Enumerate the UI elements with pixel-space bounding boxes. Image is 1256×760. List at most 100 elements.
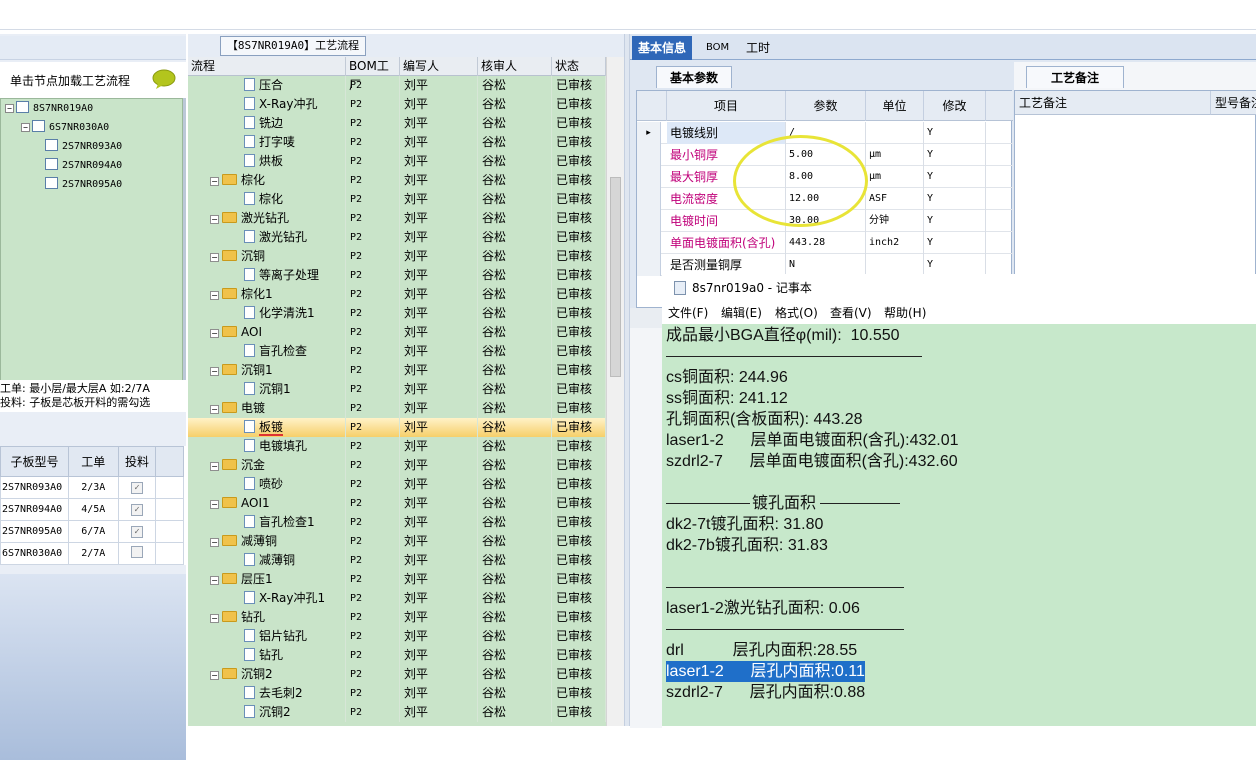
col-flow[interactable]: 流程 xyxy=(188,57,346,76)
process-row[interactable]: 去毛刺2 P2 刘平 谷松 已审核 xyxy=(188,684,606,703)
tab-basic-info[interactable]: 基本信息 xyxy=(632,36,693,60)
process-row[interactable]: − 激光钻孔 P2 刘平 谷松 已审核 xyxy=(188,209,606,228)
notepad-titlebar[interactable]: 8s7nr019a0 - 记事本 xyxy=(662,274,1256,302)
menu-help[interactable]: 帮助(H) xyxy=(884,302,926,324)
col-process-note[interactable]: 工艺备注 xyxy=(1015,91,1211,115)
process-row[interactable]: − 沉铜 P2 刘平 谷松 已审核 xyxy=(188,247,606,266)
col-param[interactable]: 参数 xyxy=(786,91,866,121)
collapse-icon[interactable]: − xyxy=(210,177,219,186)
collapse-icon[interactable]: − xyxy=(210,215,219,224)
param-value[interactable]: N xyxy=(786,254,866,276)
process-row[interactable]: 铝片钻孔 P2 刘平 谷松 已审核 xyxy=(188,627,606,646)
process-row[interactable]: − 减薄铜 P2 刘平 谷松 已审核 xyxy=(188,532,606,551)
tree-scrollbar[interactable] xyxy=(183,98,186,386)
tree-node[interactable]: 2S7NR094A0 xyxy=(45,158,122,174)
process-row[interactable]: − AOI P2 刘平 谷松 已审核 xyxy=(188,323,606,342)
process-row[interactable]: 沉铜1 P2 刘平 谷松 已审核 xyxy=(188,380,606,399)
collapse-icon[interactable]: − xyxy=(21,123,30,132)
collapse-icon[interactable]: − xyxy=(210,538,219,547)
tab-bom[interactable]: BOM xyxy=(700,36,735,60)
process-row[interactable]: 激光钻孔 P2 刘平 谷松 已审核 xyxy=(188,228,606,247)
feed-checkbox[interactable]: ✓ xyxy=(130,503,143,516)
collapse-icon[interactable]: − xyxy=(210,576,219,585)
process-row[interactable]: 棕化 P2 刘平 谷松 已审核 xyxy=(188,190,606,209)
col-unit[interactable]: 单位 xyxy=(866,91,924,121)
process-row[interactable]: 打字唛 P2 刘平 谷松 已审核 xyxy=(188,133,606,152)
col-modify[interactable]: 修改 xyxy=(924,91,986,121)
process-row[interactable]: − 棕化 P2 刘平 谷松 已审核 xyxy=(188,171,606,190)
col-item[interactable]: 项目 xyxy=(667,91,786,121)
process-row[interactable]: − 电镀 P2 刘平 谷松 已审核 xyxy=(188,399,606,418)
notepad-text-area[interactable]: 成品最小BGA直径φ(mil): 10.550 cs铜面积: 244.96 ss… xyxy=(662,324,1256,726)
menu-edit[interactable]: 编辑(E) xyxy=(721,302,762,324)
col-model-note[interactable]: 型号备注 xyxy=(1211,91,1256,115)
feed-checkbox[interactable] xyxy=(130,546,143,558)
menu-file[interactable]: 文件(F) xyxy=(668,302,708,324)
process-row[interactable]: 等离子处理 P2 刘平 谷松 已审核 xyxy=(188,266,606,285)
order-cell[interactable]: 6/7A xyxy=(67,520,119,543)
speech-bubble-icon[interactable] xyxy=(152,69,176,89)
param-row[interactable]: 单面电镀面积(含孔) 443.28 inch2 Y xyxy=(637,232,1013,254)
col-order[interactable]: 工单 xyxy=(67,446,119,477)
param-value[interactable]: 443.28 xyxy=(786,232,866,254)
feed-checkbox[interactable]: ✓ xyxy=(130,481,143,494)
tab-process-notes[interactable]: 工艺备注 xyxy=(1026,66,1124,88)
order-cell[interactable]: 2/7A xyxy=(67,542,119,565)
process-row[interactable]: 烘板 P2 刘平 谷松 已审核 xyxy=(188,152,606,171)
collapse-icon[interactable]: − xyxy=(210,253,219,262)
table-row[interactable]: 2S7NR094A0 4/5A ✓ xyxy=(0,498,184,521)
table-row[interactable]: 2S7NR095A0 6/7A ✓ xyxy=(0,520,184,543)
collapse-icon[interactable]: − xyxy=(210,405,219,414)
collapse-icon[interactable]: − xyxy=(210,329,219,338)
feed-checkbox[interactable]: ✓ xyxy=(130,525,143,538)
process-row[interactable]: − 钻孔 P2 刘平 谷松 已审核 xyxy=(188,608,606,627)
collapse-icon[interactable]: − xyxy=(210,614,219,623)
scroll-thumb[interactable] xyxy=(610,177,621,377)
tab-work-hours[interactable]: 工时 xyxy=(740,36,776,60)
collapse-icon[interactable]: − xyxy=(210,671,219,680)
process-flow-scrollbar[interactable] xyxy=(606,57,624,726)
col-status[interactable]: 状态 xyxy=(552,57,606,76)
process-row[interactable]: 减薄铜 P2 刘平 谷松 已审核 xyxy=(188,551,606,570)
collapse-icon[interactable]: − xyxy=(5,104,14,113)
col-reviewer[interactable]: 核审人 xyxy=(478,57,552,76)
collapse-icon[interactable]: − xyxy=(210,462,219,471)
menu-format[interactable]: 格式(O) xyxy=(775,302,818,324)
col-bom[interactable]: BOM工厂 xyxy=(346,57,400,92)
process-row[interactable]: 化学清洗1 P2 刘平 谷松 已审核 xyxy=(188,304,606,323)
process-row[interactable]: − 沉铜1 P2 刘平 谷松 已审核 xyxy=(188,361,606,380)
process-row[interactable]: − 棕化1 P2 刘平 谷松 已审核 xyxy=(188,285,606,304)
col-feed[interactable]: 投料 xyxy=(117,446,157,477)
collapse-icon[interactable]: − xyxy=(210,291,219,300)
col-writer[interactable]: 编写人 xyxy=(400,57,478,76)
order-cell[interactable]: 2/3A xyxy=(67,476,119,499)
tree-node[interactable]: 2S7NR093A0 xyxy=(45,139,122,155)
process-row[interactable]: 板镀 P2 刘平 谷松 已审核 xyxy=(188,418,606,437)
process-row[interactable]: 钻孔 P2 刘平 谷松 已审核 xyxy=(188,646,606,665)
process-row[interactable]: 沉铜2 P2 刘平 谷松 已审核 xyxy=(188,703,606,722)
process-row[interactable]: − 沉金 P2 刘平 谷松 已审核 xyxy=(188,456,606,475)
tab-basic-params[interactable]: 基本参数 xyxy=(656,66,732,88)
process-row[interactable]: − 沉铜2 P2 刘平 谷松 已审核 xyxy=(188,665,606,684)
process-row[interactable]: 电镀填孔 P2 刘平 谷松 已审核 xyxy=(188,437,606,456)
table-row[interactable]: 2S7NR093A0 2/3A ✓ xyxy=(0,476,184,499)
process-row[interactable]: 喷砂 P2 刘平 谷松 已审核 xyxy=(188,475,606,494)
param-row[interactable]: 是否测量铜厚 N Y xyxy=(637,254,1013,276)
process-row[interactable]: 盲孔检查 P2 刘平 谷松 已审核 xyxy=(188,342,606,361)
process-row[interactable]: − 层压1 P2 刘平 谷松 已审核 xyxy=(188,570,606,589)
load-flow-action[interactable]: 单击节点加载工艺流程 xyxy=(0,62,186,98)
collapse-icon[interactable]: − xyxy=(210,500,219,509)
process-row[interactable]: 铣边 P2 刘平 谷松 已审核 xyxy=(188,114,606,133)
tree-node[interactable]: − 8S7NR019A0 xyxy=(5,101,93,117)
process-row[interactable]: X-Ray冲孔 P2 刘平 谷松 已审核 xyxy=(188,95,606,114)
col-model[interactable]: 子板型号 xyxy=(0,446,69,477)
collapse-icon[interactable]: − xyxy=(210,367,219,376)
menu-view[interactable]: 查看(V) xyxy=(830,302,872,324)
order-cell[interactable]: 4/5A xyxy=(67,498,119,521)
process-row[interactable]: 压合 P2 刘平 谷松 已审核 xyxy=(188,76,606,95)
process-row[interactable]: 盲孔检查1 P2 刘平 谷松 已审核 xyxy=(188,513,606,532)
tree-node[interactable]: 2S7NR095A0 xyxy=(45,177,122,193)
process-row[interactable]: − AOI1 P2 刘平 谷松 已审核 xyxy=(188,494,606,513)
process-row[interactable]: X-Ray冲孔1 P2 刘平 谷松 已审核 xyxy=(188,589,606,608)
table-row[interactable]: 6S7NR030A0 2/7A xyxy=(0,542,184,565)
